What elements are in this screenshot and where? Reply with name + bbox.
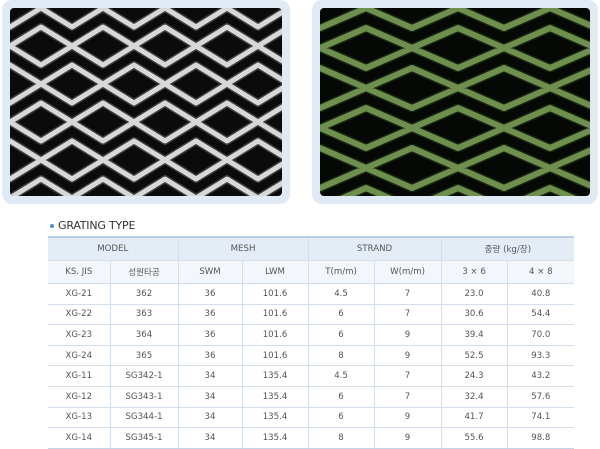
cell-thickness: 4.5 <box>308 283 375 305</box>
cell-weight-4x8: 57.6 <box>507 385 575 408</box>
cell-lwm: 135.4 <box>242 385 309 408</box>
cell-weight-4x8: 54.4 <box>507 303 575 326</box>
cell-thickness: 8 <box>308 427 375 449</box>
silver-mesh-photo-frame <box>2 0 290 204</box>
cell-seongwon: SG344-1 <box>110 406 179 429</box>
cell-lwm: 101.6 <box>242 303 309 326</box>
cell-width: 7 <box>374 385 442 408</box>
bullet-icon <box>50 223 54 228</box>
table-sub-header-row: KS. JIS 성원타공 SWM LWM T(m/m) W(m/m) 3 × 6… <box>48 260 575 284</box>
cell-width: 9 <box>374 406 442 429</box>
header-weight: 중량 (kg/장) <box>441 236 575 261</box>
cell-ks-jis: XG-12 <box>48 385 111 408</box>
cell-weight-3x6: 23.0 <box>441 283 508 305</box>
subheader-width: W(m/m) <box>374 260 442 284</box>
silver-expanded-metal-photo <box>10 8 282 196</box>
cell-ks-jis: XG-11 <box>48 365 111 387</box>
cell-weight-4x8: 98.8 <box>507 427 575 449</box>
silver-mesh-image <box>10 8 282 196</box>
cell-seongwon: SG345-1 <box>110 427 179 449</box>
table-row: XG-22 363 36 101.6 6 7 30.6 54.4 <box>48 303 575 326</box>
header-strand: STRAND <box>308 236 442 261</box>
table-group-header-row: MODEL MESH STRAND 중량 (kg/장) <box>48 236 575 261</box>
cell-weight-3x6: 52.5 <box>441 344 508 367</box>
cell-weight-4x8: 70.0 <box>507 324 575 346</box>
cell-weight-4x8: 43.2 <box>507 365 575 387</box>
cell-ks-jis: XG-21 <box>48 283 111 305</box>
grating-spec-table: MODEL MESH STRAND 중량 (kg/장) KS. JIS 성원타공… <box>48 236 575 449</box>
subheader-swm: SWM <box>178 260 243 284</box>
cell-swm: 34 <box>178 385 243 408</box>
table-row: XG-11 SG342-1 34 135.4 4.5 7 24.3 43.2 <box>48 365 575 387</box>
cell-seongwon: 364 <box>110 324 179 346</box>
cell-swm: 34 <box>178 427 243 449</box>
cell-seongwon: SG342-1 <box>110 365 179 387</box>
green-mesh-image <box>320 8 590 196</box>
table-row: XG-23 364 36 101.6 6 9 39.4 70.0 <box>48 324 575 346</box>
table-row: XG-13 SG344-1 34 135.4 6 9 41.7 74.1 <box>48 406 575 429</box>
cell-ks-jis: XG-22 <box>48 303 111 326</box>
cell-weight-3x6: 32.4 <box>441 385 508 408</box>
cell-seongwon: SG343-1 <box>110 385 179 408</box>
header-mesh: MESH <box>178 236 309 261</box>
cell-swm: 36 <box>178 283 243 305</box>
cell-lwm: 101.6 <box>242 344 309 367</box>
cell-weight-3x6: 39.4 <box>441 324 508 346</box>
cell-width: 7 <box>374 365 442 387</box>
cell-seongwon: 363 <box>110 303 179 326</box>
subheader-4x8: 4 × 8 <box>507 260 575 284</box>
cell-thickness: 6 <box>308 385 375 408</box>
cell-swm: 36 <box>178 324 243 346</box>
cell-width: 7 <box>374 303 442 326</box>
cell-weight-3x6: 41.7 <box>441 406 508 429</box>
table-row: XG-14 SG345-1 34 135.4 8 9 55.6 98.8 <box>48 427 575 449</box>
cell-width: 9 <box>374 324 442 346</box>
cell-swm: 36 <box>178 344 243 367</box>
table-row: XG-21 362 36 101.6 4.5 7 23.0 40.8 <box>48 283 575 305</box>
cell-weight-3x6: 55.6 <box>441 427 508 449</box>
cell-lwm: 135.4 <box>242 406 309 429</box>
cell-thickness: 4.5 <box>308 365 375 387</box>
cell-width: 9 <box>374 427 442 449</box>
cell-ks-jis: XG-23 <box>48 324 111 346</box>
cell-weight-4x8: 93.3 <box>507 344 575 367</box>
cell-width: 9 <box>374 344 442 367</box>
subheader-ks-jis: KS. JIS <box>48 260 111 284</box>
cell-swm: 34 <box>178 406 243 429</box>
green-expanded-metal-photo <box>320 8 590 196</box>
cell-weight-3x6: 24.3 <box>441 365 508 387</box>
cell-lwm: 101.6 <box>242 283 309 305</box>
cell-seongwon: 362 <box>110 283 179 305</box>
cell-swm: 34 <box>178 365 243 387</box>
header-model: MODEL <box>48 236 179 261</box>
cell-width: 7 <box>374 283 442 305</box>
green-mesh-photo-frame <box>312 0 598 204</box>
subheader-thickness: T(m/m) <box>308 260 375 284</box>
subheader-lwm: LWM <box>242 260 309 284</box>
table-row: XG-24 365 36 101.6 8 9 52.5 93.3 <box>48 344 575 367</box>
cell-thickness: 8 <box>308 344 375 367</box>
cell-thickness: 6 <box>308 324 375 346</box>
subheader-3x6: 3 × 6 <box>441 260 508 284</box>
cell-thickness: 6 <box>308 303 375 326</box>
cell-lwm: 135.4 <box>242 427 309 449</box>
cell-seongwon: 365 <box>110 344 179 367</box>
section-title: GRATING TYPE <box>50 219 135 232</box>
cell-lwm: 135.4 <box>242 365 309 387</box>
cell-swm: 36 <box>178 303 243 326</box>
cell-ks-jis: XG-13 <box>48 406 111 429</box>
cell-weight-3x6: 30.6 <box>441 303 508 326</box>
cell-weight-4x8: 74.1 <box>507 406 575 429</box>
table-row: XG-12 SG343-1 34 135.4 6 7 32.4 57.6 <box>48 385 575 408</box>
cell-ks-jis: XG-14 <box>48 427 111 449</box>
subheader-seongwon: 성원타공 <box>110 260 179 284</box>
cell-weight-4x8: 40.8 <box>507 283 575 305</box>
section-title-text: GRATING TYPE <box>58 219 136 232</box>
cell-thickness: 6 <box>308 406 375 429</box>
cell-lwm: 101.6 <box>242 324 309 346</box>
cell-ks-jis: XG-24 <box>48 344 111 367</box>
